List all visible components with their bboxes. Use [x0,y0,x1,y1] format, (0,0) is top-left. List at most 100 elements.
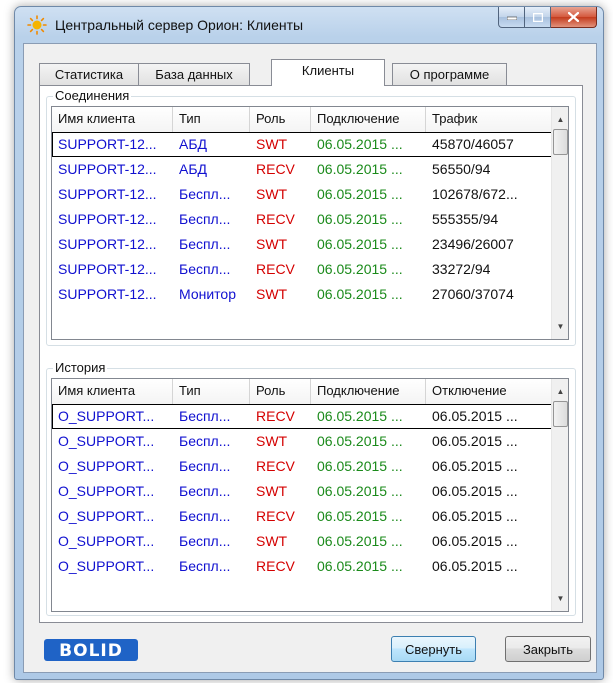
column-header-role[interactable]: Роль [250,107,311,132]
table-row[interactable]: SUPPORT-12... Беспл... RECV 06.05.2015 ... 3… [52,257,553,282]
cell-role: SWT [256,236,288,252]
maximize-button[interactable] [525,7,551,28]
cell-type: Беспл... [179,211,231,227]
cell-role: SWT [256,483,288,499]
tab-database[interactable]: База данных [138,63,250,85]
cell-last: 06.05.2015 ... [432,483,518,499]
cell-type: Беспл... [179,433,231,449]
cell-client-name: SUPPORT-12... [58,136,157,152]
cell-type: Беспл... [179,186,231,202]
scroll-thumb[interactable] [553,129,568,155]
cell-role: SWT [256,433,288,449]
close-window-button[interactable] [551,7,597,28]
cell-connected: 06.05.2015 ... [317,558,403,574]
cell-role: RECV [256,261,295,277]
cell-connected: 06.05.2015 ... [317,433,403,449]
scroll-up-icon[interactable]: ▲ [552,383,568,400]
main-window: Центральный сервер Орион: Клиенты Статис… [14,6,604,680]
cell-last: 45870/46057 [432,136,514,152]
table-row[interactable]: O_SUPPORT... Беспл... RECV 06.05.2015 ... 06… [52,404,553,429]
table-row[interactable]: SUPPORT-12... Беспл... RECV 06.05.2015 ... 5… [52,207,553,232]
cell-last: 06.05.2015 ... [432,558,518,574]
cell-role: SWT [256,533,288,549]
connections-list[interactable]: Имя клиента Тип Роль Подключение Трафик … [51,106,569,340]
table-row[interactable]: O_SUPPORT... Беспл... SWT 06.05.2015 ... 06.… [52,529,553,554]
cell-last: 33272/94 [432,261,491,277]
history-scrollbar[interactable]: ▲ ▼ [551,379,568,611]
tab-about[interactable]: О программе [392,63,507,85]
table-row[interactable]: O_SUPPORT... Беспл... RECV 06.05.2015 ... 06… [52,454,553,479]
connections-scrollbar[interactable]: ▲ ▼ [551,107,568,339]
tab-label: Статистика [54,67,124,82]
tab-strip: Статистика База данных Клиенты О програм… [39,59,579,86]
column-header-role[interactable]: Роль [250,379,311,404]
cell-last: 27060/37074 [432,286,514,302]
client-area: Статистика База данных Клиенты О програм… [23,43,597,673]
collapse-button[interactable]: Свернуть [391,636,476,662]
cell-role: RECV [256,408,295,424]
collapse-button-label: Свернуть [404,641,462,657]
cell-type: АБД [179,161,208,177]
cell-type: Беспл... [179,458,231,474]
cell-last: 102678/672... [432,186,518,202]
history-list[interactable]: Имя клиента Тип Роль Подключение Отключе… [51,378,569,612]
tab-panel-clients: Соединения Имя клиента Тип Роль Подключе… [39,85,583,623]
cell-client-name: SUPPORT-12... [58,236,157,252]
column-header-type[interactable]: Тип [173,379,250,404]
column-header-disconnected[interactable]: Отключение [426,379,553,404]
cell-type: Беспл... [179,408,231,424]
cell-type: Беспл... [179,508,231,524]
cell-last: 06.05.2015 ... [432,533,518,549]
scroll-down-icon[interactable]: ▼ [552,590,568,607]
scroll-up-icon[interactable]: ▲ [552,111,568,128]
window-title: Центральный сервер Орион: Клиенты [55,17,304,33]
table-row[interactable]: SUPPORT-12... Монитор SWT 06.05.2015 ... 270… [52,282,553,307]
cell-last: 555355/94 [432,211,499,227]
minimize-button[interactable] [498,7,525,28]
column-header-client-name[interactable]: Имя клиента [52,379,173,404]
column-header-type[interactable]: Тип [173,107,250,132]
cell-client-name: SUPPORT-12... [58,261,157,277]
column-header-connected[interactable]: Подключение [311,379,426,404]
table-row[interactable]: SUPPORT-12... АБД RECV 06.05.2015 ... 56550/… [52,157,553,182]
title-bar[interactable]: Центральный сервер Орион: Клиенты [15,7,603,43]
table-row[interactable]: O_SUPPORT... Беспл... SWT 06.05.2015 ... 06.… [52,479,553,504]
tab-statistics[interactable]: Статистика [39,63,139,85]
table-row[interactable]: SUPPORT-12... Беспл... SWT 06.05.2015 ... 23… [52,232,553,257]
tab-label: О программе [409,67,490,82]
history-group: История Имя клиента Тип Роль Подключение… [46,360,576,616]
cell-connected: 06.05.2015 ... [317,286,403,302]
cell-connected: 06.05.2015 ... [317,261,403,277]
connections-rows: SUPPORT-12... АБД SWT 06.05.2015 ... 45870/4… [52,132,553,307]
maximize-icon [532,12,543,22]
table-row[interactable]: O_SUPPORT... Беспл... RECV 06.05.2015 ... 06… [52,554,553,579]
table-row[interactable]: SUPPORT-12... Беспл... SWT 06.05.2015 ... 10… [52,182,553,207]
cell-type: АБД [179,136,208,152]
cell-client-name: O_SUPPORT... [58,483,155,499]
cell-connected: 06.05.2015 ... [317,211,403,227]
cell-role: RECV [256,161,295,177]
column-header-client-name[interactable]: Имя клиента [52,107,173,132]
table-row[interactable]: O_SUPPORT... Беспл... SWT 06.05.2015 ... 06.… [52,429,553,454]
cell-last: 06.05.2015 ... [432,433,518,449]
column-header-traffic[interactable]: Трафик [426,107,553,132]
cell-last: 06.05.2015 ... [432,408,518,424]
scroll-down-icon[interactable]: ▼ [552,318,568,335]
table-row[interactable]: O_SUPPORT... Беспл... RECV 06.05.2015 ... 06… [52,504,553,529]
cell-connected: 06.05.2015 ... [317,161,403,177]
cell-last: 06.05.2015 ... [432,458,518,474]
cell-client-name: O_SUPPORT... [58,408,155,424]
cell-connected: 06.05.2015 ... [317,458,403,474]
cell-client-name: O_SUPPORT... [58,458,155,474]
scroll-thumb[interactable] [553,401,568,427]
tab-clients[interactable]: Клиенты [271,59,385,86]
close-button[interactable]: Закрыть [505,636,591,662]
table-row[interactable]: SUPPORT-12... АБД SWT 06.05.2015 ... 45870/4… [52,132,553,157]
cell-last: 23496/26007 [432,236,514,252]
caption-buttons [498,7,597,28]
column-header-connected[interactable]: Подключение [311,107,426,132]
cell-role: SWT [256,136,288,152]
cell-role: SWT [256,186,288,202]
cell-type: Монитор [179,286,236,302]
connections-group-label: Соединения [53,88,132,104]
